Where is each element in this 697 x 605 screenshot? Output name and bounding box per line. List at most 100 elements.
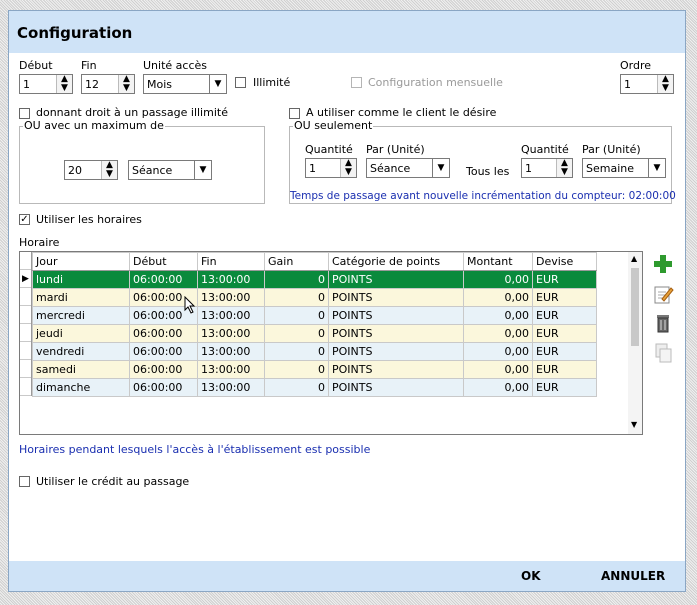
row-selector[interactable] xyxy=(20,378,31,396)
scrollbar-thumb[interactable] xyxy=(631,268,639,346)
spinner-arrows-icon[interactable]: ▲ ▼ xyxy=(657,75,673,93)
cell-devise[interactable]: EUR xyxy=(532,270,597,289)
cell-gain[interactable]: 0 xyxy=(264,378,329,397)
cell-gain[interactable]: 0 xyxy=(264,306,329,325)
cell-montant[interactable]: 0,00 xyxy=(463,288,533,307)
cell-gain[interactable]: 0 xyxy=(264,342,329,361)
cell-debut[interactable]: 06:00:00 xyxy=(129,360,198,379)
grid-vertical-scrollbar[interactable]: ▲ ▼ xyxy=(628,252,642,434)
row-selector[interactable] xyxy=(20,342,31,360)
cell-debut[interactable]: 06:00:00 xyxy=(129,270,198,289)
debut-spinner[interactable]: 1 ▲ ▼ xyxy=(19,74,73,94)
chevron-down-icon[interactable]: ▼ xyxy=(194,161,211,179)
chevron-down-icon[interactable]: ▼ xyxy=(209,75,226,93)
table-row[interactable]: jeudi 06:00:00 13:00:00 0 POINTS 0,00 EU… xyxy=(32,324,597,343)
copy-icon[interactable] xyxy=(652,342,674,364)
edit-icon[interactable] xyxy=(652,283,674,305)
cell-jour[interactable]: mercredi xyxy=(32,306,130,325)
row-selector[interactable] xyxy=(20,288,31,306)
cell-jour[interactable]: jeudi xyxy=(32,324,130,343)
cell-fin[interactable]: 13:00:00 xyxy=(197,306,265,325)
cell-categorie[interactable]: POINTS xyxy=(328,360,464,379)
column-header-devise[interactable]: Devise xyxy=(532,252,597,271)
column-header-gain[interactable]: Gain xyxy=(264,252,329,271)
chevron-down-icon[interactable]: ▼ xyxy=(648,159,665,177)
cell-gain[interactable]: 0 xyxy=(264,360,329,379)
cell-fin[interactable]: 13:00:00 xyxy=(197,378,265,397)
cell-debut[interactable]: 06:00:00 xyxy=(129,342,198,361)
spinner-arrows-icon[interactable]: ▲ ▼ xyxy=(556,159,572,177)
cell-categorie[interactable]: POINTS xyxy=(328,378,464,397)
cancel-button[interactable]: ANNULER xyxy=(601,569,665,583)
cell-montant[interactable]: 0,00 xyxy=(463,342,533,361)
column-header-fin[interactable]: Fin xyxy=(197,252,265,271)
cell-debut[interactable]: 06:00:00 xyxy=(129,324,198,343)
passage-illimite-checkbox[interactable] xyxy=(19,108,30,119)
row-selector[interactable] xyxy=(20,306,31,324)
trash-icon[interactable] xyxy=(652,312,674,334)
table-row[interactable]: dimanche 06:00:00 13:00:00 0 POINTS 0,00… xyxy=(32,378,597,397)
horaire-grid[interactable]: ▶ Jour Début Fin Gain Catégorie de point… xyxy=(19,251,643,435)
cell-devise[interactable]: EUR xyxy=(532,288,597,307)
cell-gain[interactable]: 0 xyxy=(264,288,329,307)
cell-categorie[interactable]: POINTS xyxy=(328,324,464,343)
qty2-spinner[interactable]: 1 ▲ ▼ xyxy=(521,158,573,178)
config-mensuelle-checkbox[interactable] xyxy=(351,77,362,88)
unite-select[interactable]: Mois ▼ xyxy=(143,74,227,94)
cell-devise[interactable]: EUR xyxy=(532,342,597,361)
cell-categorie[interactable]: POINTS xyxy=(328,306,464,325)
table-row[interactable]: samedi 06:00:00 13:00:00 0 POINTS 0,00 E… xyxy=(32,360,597,379)
chevron-down-icon[interactable]: ▼ xyxy=(432,159,449,177)
maximum-unit-select[interactable]: Séance ▼ xyxy=(128,160,212,180)
column-header-debut[interactable]: Début xyxy=(129,252,198,271)
spinner-arrows-icon[interactable]: ▲ ▼ xyxy=(101,161,117,179)
cell-fin[interactable]: 13:00:00 xyxy=(197,288,265,307)
cell-devise[interactable]: EUR xyxy=(532,378,597,397)
cell-montant[interactable]: 0,00 xyxy=(463,270,533,289)
fin-spinner[interactable]: 12 ▲ ▼ xyxy=(81,74,135,94)
column-header-categorie[interactable]: Catégorie de points xyxy=(328,252,464,271)
table-row[interactable]: lundi 06:00:00 13:00:00 0 POINTS 0,00 EU… xyxy=(32,270,597,289)
cell-montant[interactable]: 0,00 xyxy=(463,324,533,343)
scroll-up-icon[interactable]: ▲ xyxy=(631,254,637,263)
qty1-spinner[interactable]: 1 ▲ ▼ xyxy=(305,158,357,178)
cell-jour[interactable]: samedi xyxy=(32,360,130,379)
cell-jour[interactable]: lundi xyxy=(32,270,130,289)
cell-categorie[interactable]: POINTS xyxy=(328,342,464,361)
cell-debut[interactable]: 06:00:00 xyxy=(129,378,198,397)
add-icon[interactable] xyxy=(652,253,674,275)
cell-devise[interactable]: EUR xyxy=(532,360,597,379)
cell-fin[interactable]: 13:00:00 xyxy=(197,270,265,289)
cell-montant[interactable]: 0,00 xyxy=(463,306,533,325)
maximum-qty-spinner[interactable]: 20 ▲ ▼ xyxy=(64,160,118,180)
horaire-table[interactable]: Jour Début Fin Gain Catégorie de points … xyxy=(32,252,597,397)
ok-button[interactable]: OK xyxy=(521,569,541,583)
ordre-spinner[interactable]: 1 ▲ ▼ xyxy=(620,74,674,94)
cell-jour[interactable]: vendredi xyxy=(32,342,130,361)
cell-fin[interactable]: 13:00:00 xyxy=(197,360,265,379)
cell-gain[interactable]: 0 xyxy=(264,270,329,289)
cell-jour[interactable]: mardi xyxy=(32,288,130,307)
row-selector[interactable] xyxy=(20,324,31,342)
row-selector[interactable] xyxy=(20,360,31,378)
cell-categorie[interactable]: POINTS xyxy=(328,270,464,289)
cell-devise[interactable]: EUR xyxy=(532,306,597,325)
scroll-down-icon[interactable]: ▼ xyxy=(631,420,637,429)
utiliser-horaires-checkbox[interactable]: ✓ xyxy=(19,214,30,225)
par1-select[interactable]: Séance ▼ xyxy=(366,158,450,178)
spinner-arrows-icon[interactable]: ▲ ▼ xyxy=(56,75,72,93)
cell-gain[interactable]: 0 xyxy=(264,324,329,343)
cell-montant[interactable]: 0,00 xyxy=(463,360,533,379)
table-row[interactable]: mercredi 06:00:00 13:00:00 0 POINTS 0,00… xyxy=(32,306,597,325)
cell-devise[interactable]: EUR xyxy=(532,324,597,343)
spinner-arrows-icon[interactable]: ▲ ▼ xyxy=(340,159,356,177)
cell-fin[interactable]: 13:00:00 xyxy=(197,324,265,343)
cell-categorie[interactable]: POINTS xyxy=(328,288,464,307)
table-row[interactable]: vendredi 06:00:00 13:00:00 0 POINTS 0,00… xyxy=(32,342,597,361)
usage-libre-checkbox[interactable] xyxy=(289,108,300,119)
column-header-montant[interactable]: Montant xyxy=(463,252,533,271)
par2-select[interactable]: Semaine ▼ xyxy=(582,158,666,178)
credit-passage-checkbox[interactable] xyxy=(19,476,30,487)
cell-jour[interactable]: dimanche xyxy=(32,378,130,397)
spinner-arrows-icon[interactable]: ▲ ▼ xyxy=(118,75,134,93)
